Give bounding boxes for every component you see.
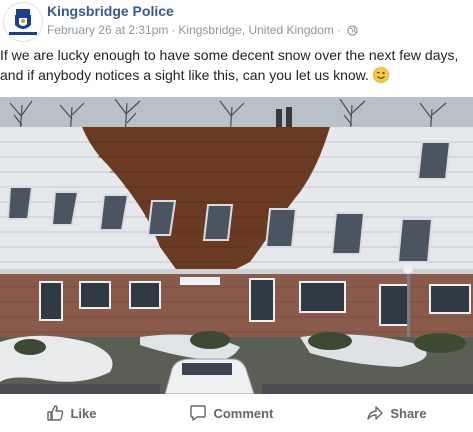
- meta-separator: ·: [171, 23, 176, 37]
- snowy-roof-photo: [0, 97, 473, 394]
- post-body: If we are lucky enough to have some dece…: [0, 45, 473, 88]
- post-action-bar: Like Comment Share: [0, 394, 473, 432]
- comment-label: Comment: [213, 405, 274, 421]
- page-name-link[interactable]: Kingsbridge Police: [47, 3, 174, 19]
- share-arrow-icon: [366, 404, 384, 422]
- globe-icon[interactable]: [347, 25, 358, 39]
- meta-separator-2: ·: [336, 23, 341, 37]
- post-location[interactable]: Kingsbridge, United Kingdom: [178, 23, 333, 37]
- post-timestamp[interactable]: February 26 at 2:31pm: [47, 23, 168, 37]
- post-text-line-2-text: and if anybody notices a sight like this…: [0, 67, 369, 83]
- post-text-line-1: If we are lucky enough to have some dece…: [0, 47, 459, 63]
- like-thumb-icon: [46, 404, 64, 422]
- police-crest-icon: [4, 3, 42, 41]
- winking-emoji-icon: [372, 67, 389, 88]
- like-button[interactable]: Like: [32, 398, 110, 428]
- post-photo[interactable]: [0, 97, 473, 394]
- post-text-line-2: and if anybody notices a sight like this…: [0, 65, 473, 88]
- post-header: Kingsbridge Police February 26 at 2:31pm…: [0, 0, 473, 44]
- page-avatar[interactable]: [3, 2, 43, 42]
- share-label: Share: [390, 405, 427, 421]
- like-label: Like: [70, 405, 97, 421]
- post-meta: February 26 at 2:31pm · Kingsbridge, Unite…: [47, 23, 358, 39]
- share-button[interactable]: Share: [352, 398, 440, 428]
- comment-button[interactable]: Comment: [175, 398, 287, 428]
- speech-bubble-icon: [189, 404, 207, 422]
